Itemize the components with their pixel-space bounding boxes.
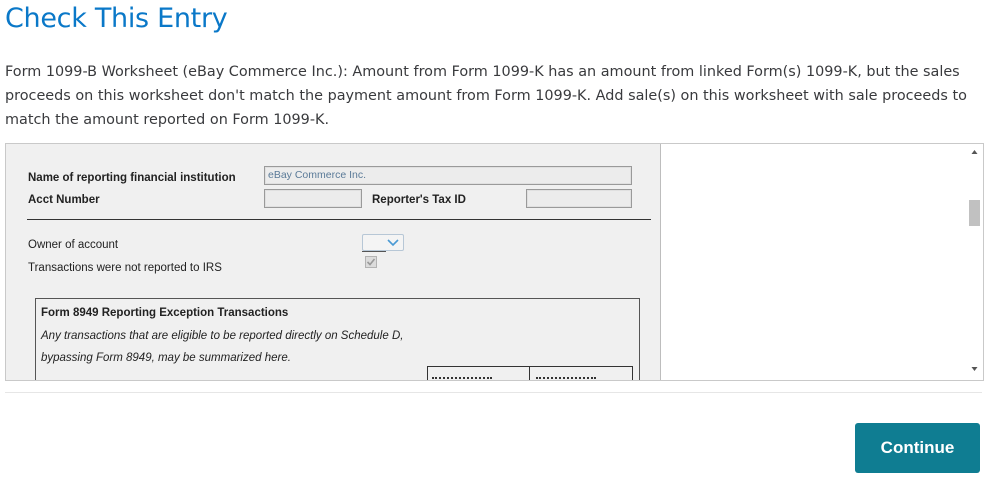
not-reported-label: Transactions were not reported to IRS [28, 262, 222, 274]
error-message: Form 1099-B Worksheet (eBay Commerce Inc… [5, 64, 967, 128]
tax-id-label: Reporter's Tax ID [372, 194, 466, 206]
scroll-thumb[interactable] [969, 200, 980, 226]
dropdown-underline [362, 251, 386, 252]
form-pane: Name of reporting financial institution … [6, 144, 661, 380]
owner-label: Owner of account [28, 239, 119, 251]
exception-box-line2: bypassing Form 8949, may be summarized h… [41, 352, 291, 364]
institution-label: Name of reporting financial institution [28, 172, 236, 184]
acct-number-label: Acct Number [28, 194, 100, 206]
checkmark-icon [366, 258, 376, 266]
worksheet-viewer: Name of reporting financial institution … [5, 143, 984, 381]
exception-transactions-box: Form 8949 Reporting Exception Transactio… [35, 298, 640, 380]
vertical-scrollbar[interactable] [966, 144, 983, 380]
table-header-partial [427, 366, 633, 380]
tax-id-field[interactable] [526, 189, 632, 208]
scroll-down-arrow-icon[interactable] [966, 363, 983, 375]
scroll-up-arrow-icon[interactable] [966, 147, 983, 159]
acct-number-field[interactable] [264, 189, 362, 208]
page-title: Check This Entry [5, 3, 228, 34]
not-reported-checkbox[interactable] [365, 256, 377, 268]
table-header-divider [529, 367, 530, 380]
institution-field[interactable]: eBay Commerce Inc. [264, 166, 632, 185]
owner-dropdown[interactable] [362, 234, 404, 251]
chevron-down-icon [387, 239, 399, 247]
section-divider [27, 219, 651, 220]
footer-divider [5, 392, 982, 393]
continue-button[interactable]: Continue [855, 423, 980, 473]
exception-box-title: Form 8949 Reporting Exception Transactio… [41, 307, 289, 319]
table-header-text-fragment [432, 377, 492, 380]
exception-box-line1: Any transactions that are eligible to be… [41, 330, 404, 342]
table-header-text-fragment [536, 377, 596, 380]
